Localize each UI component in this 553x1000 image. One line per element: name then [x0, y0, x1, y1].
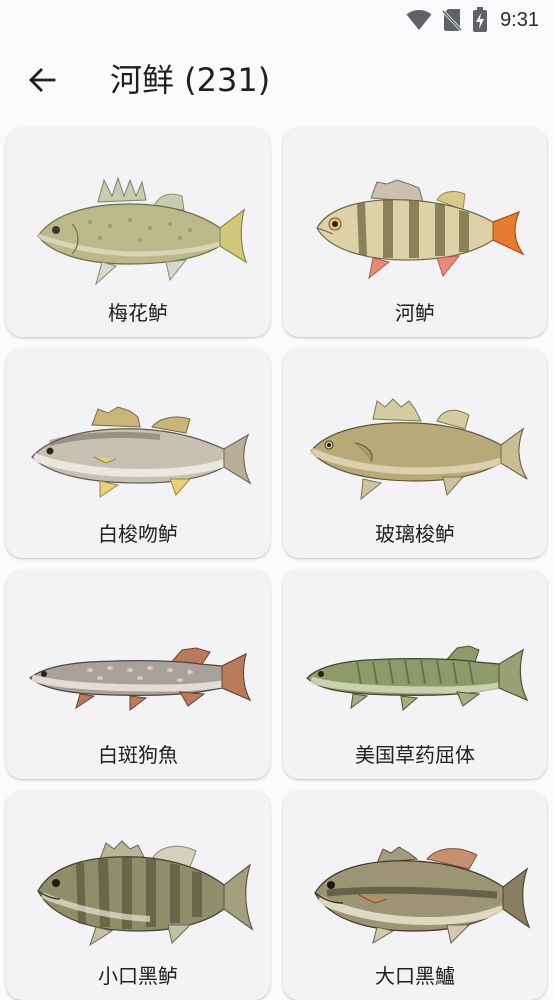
wifi-icon [406, 10, 432, 30]
status-bar: 9:31 [0, 0, 553, 40]
app-bar: 河鲜 (231) [0, 40, 553, 122]
fish-name: 白梭吻鲈 [98, 522, 178, 546]
smallmouth-bass-illustration [37, 840, 254, 947]
fish-card[interactable]: 白斑狗魚 [6, 570, 270, 779]
fish-card[interactable]: 玻璃梭鲈 [283, 349, 547, 558]
walleye-illustration [309, 398, 528, 501]
clock-time: 9:31 [500, 8, 539, 31]
fish-name: 白斑狗魚 [98, 743, 178, 767]
fish-card[interactable]: 大口黑鱸 [283, 791, 547, 1000]
pike-perch-illustration [31, 406, 252, 498]
fish-name: 大口黑鱸 [375, 964, 455, 988]
fish-card[interactable]: 白梭吻鲈 [6, 349, 270, 558]
no-sim-icon [442, 9, 463, 32]
arrow-left-icon [29, 68, 56, 92]
fish-grid: 梅花鲈 河鲈 白梭吻鲈 玻璃梭鲈 白斑狗魚 美国草药屈体 小口黑鲈 大口黑鱸 [6, 128, 548, 1000]
back-button[interactable] [18, 56, 66, 104]
status-icons: 9:31 [406, 7, 539, 33]
battery-charging-icon [473, 7, 488, 32]
fish-card[interactable]: 梅花鲈 [6, 128, 270, 337]
fish-name: 玻璃梭鲈 [375, 522, 455, 546]
fish-card[interactable]: 河鲈 [283, 128, 547, 337]
northern-pike-illustration [29, 647, 252, 711]
zander-perch-illustration [37, 176, 248, 286]
fish-name: 小口黑鲈 [98, 964, 178, 988]
largemouth-bass-illustration [314, 846, 531, 945]
fish-name: 美国草药屈体 [355, 743, 475, 767]
page-title: 河鲜 (231) [110, 61, 271, 99]
fish-card[interactable]: 美国草药屈体 [283, 570, 547, 779]
european-perch-illustration [316, 179, 525, 280]
grass-pickerel-illustration [306, 645, 529, 711]
fish-card[interactable]: 小口黑鲈 [6, 791, 270, 1000]
fish-name: 河鲈 [395, 301, 435, 325]
fish-name: 梅花鲈 [108, 301, 168, 325]
